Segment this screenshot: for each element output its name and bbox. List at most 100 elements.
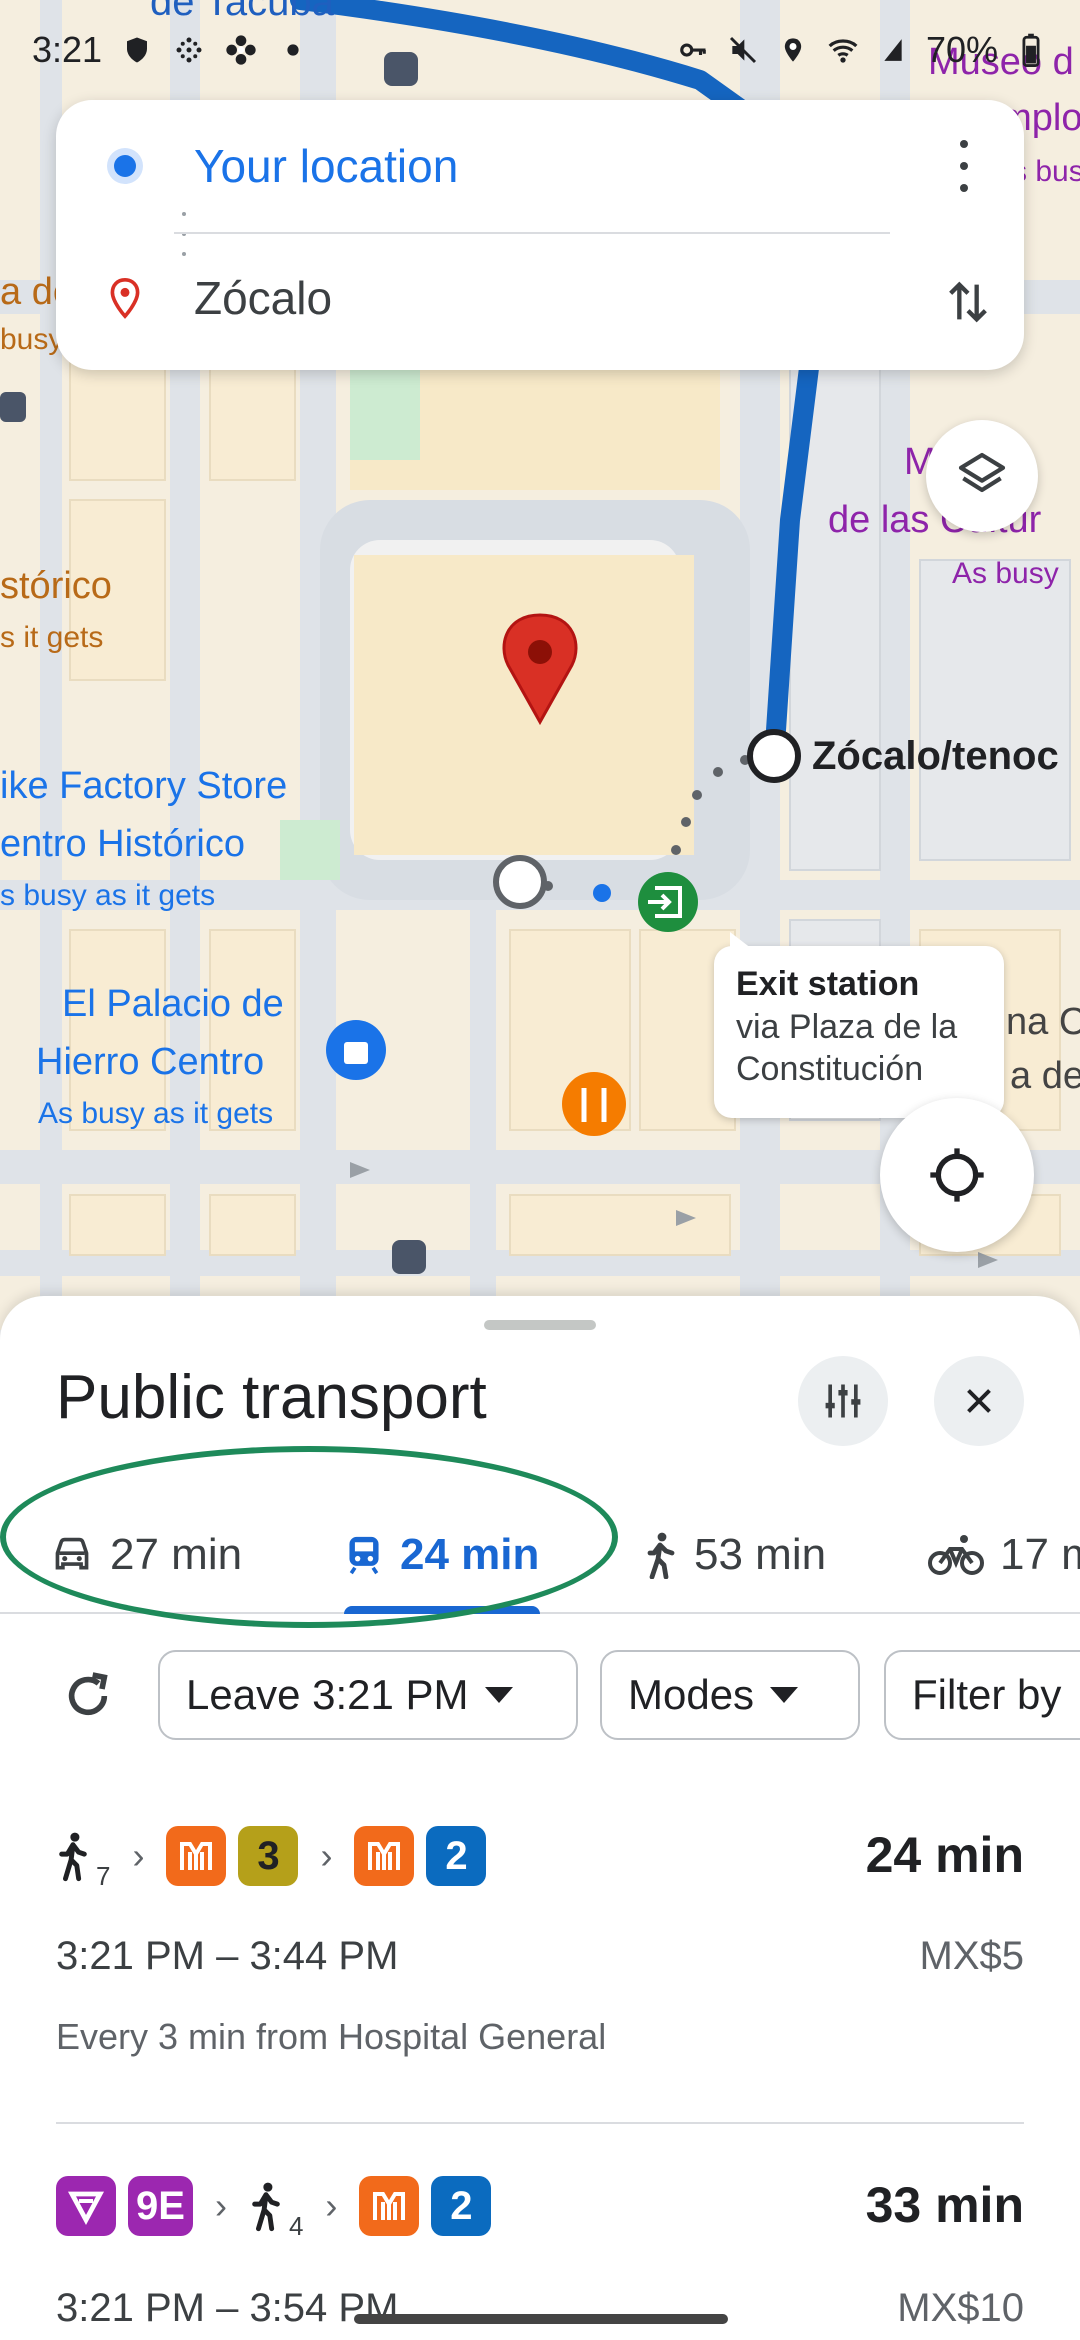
field-divider	[174, 232, 890, 234]
bike-icon	[928, 1535, 984, 1575]
my-location-button[interactable]	[880, 1098, 1034, 1252]
route-options-button[interactable]	[798, 1356, 888, 1446]
route-divider	[56, 2122, 1024, 2124]
mute-icon	[726, 33, 760, 67]
layers-icon	[958, 452, 1006, 493]
layers-button[interactable]	[926, 420, 1038, 532]
poi-busy-palacio: As busy as it gets	[38, 1097, 274, 1130]
crosshair-icon	[930, 1148, 984, 1202]
location-icon	[776, 33, 810, 67]
modes-chip[interactable]: Modes	[600, 1650, 860, 1740]
route-connector	[182, 212, 186, 256]
leave-time-chip[interactable]: Leave 3:21 PM	[158, 1650, 578, 1740]
more-vert-icon	[960, 140, 968, 148]
route-price: MX$10	[897, 2286, 1024, 2330]
refresh-icon	[68, 1672, 108, 1716]
metro-logo-icon	[359, 2176, 420, 2236]
chevron-right-icon: ›	[132, 1835, 145, 1876]
exit-station-callout[interactable]: Exit station via Plaza de la Constitució…	[714, 932, 1004, 1118]
modes-label: Modes	[628, 1671, 755, 1718]
route-frequency: Every 3 min from Hospital General	[56, 2016, 607, 2057]
station-label[interactable]: Zócalo/tenoc	[812, 734, 1059, 778]
origin-field[interactable]: Your location	[194, 139, 458, 193]
tune-icon	[825, 1384, 861, 1418]
destination-field[interactable]: Zócalo	[194, 271, 332, 325]
status-bar: 3:21 70%	[0, 0, 1080, 100]
directions-search-card: Your location Zócalo	[56, 100, 1024, 370]
walk-icon	[647, 1532, 675, 1579]
flower-icon	[224, 33, 258, 67]
chevron-right-icon: ›	[214, 2185, 227, 2226]
tab-drive[interactable]: 27 min	[50, 1496, 242, 1614]
caret-down-icon	[770, 1687, 799, 1703]
swap-button[interactable]	[936, 270, 1000, 334]
caret-down-icon	[484, 1687, 513, 1703]
line-2-badge: 2	[426, 1826, 487, 1886]
poi-label-palacio: El Palacio de	[62, 983, 284, 1025]
bus-line-badge: 9E	[128, 2176, 193, 2236]
destination-pin-icon	[110, 277, 140, 319]
tab-transit[interactable]: 24 min	[344, 1496, 539, 1614]
filter-row: Leave 3:21 PM Modes Filter by	[0, 1650, 1080, 1740]
callout-subtitle-2: Constitución	[736, 1050, 924, 1088]
line-2-badge: 2	[431, 2176, 492, 2236]
transit-time: 24 min	[400, 1530, 540, 1579]
walk-minutes: 4	[288, 2211, 304, 2241]
poi-label-palacio-2: Hierro Centro	[36, 1041, 265, 1083]
poi-label-centro-historico: stórico	[0, 565, 112, 607]
route-price: MX$5	[919, 1934, 1025, 1978]
battery-percent: 70%	[925, 29, 998, 70]
walk-time: 53 min	[694, 1530, 827, 1579]
metrobus-logo-icon	[56, 2176, 116, 2236]
walk-icon	[59, 1832, 87, 1882]
directions-bottom-sheet: Public transport 27 min 24 min 53 min 17…	[0, 1296, 1080, 2340]
swap-vert-icon	[949, 281, 987, 323]
chevron-right-icon: ›	[325, 2185, 338, 2226]
sheet-title: Public transport	[56, 1363, 487, 1432]
shield-icon	[120, 33, 154, 67]
poi-busy-centro: s it gets	[0, 621, 104, 654]
current-location-dot-icon	[107, 148, 143, 184]
close-icon	[967, 1389, 991, 1413]
walk-icon	[252, 2182, 280, 2232]
active-tab-indicator	[344, 1606, 540, 1614]
chevron-right-icon: ›	[320, 1835, 333, 1876]
poi-label-right: na C	[1006, 1001, 1080, 1043]
walk-minutes: 7	[96, 1861, 111, 1891]
filter-by-chip[interactable]: Filter by	[884, 1650, 1080, 1740]
train-icon	[349, 1536, 379, 1575]
poi-busy-museo-culturas: As busy	[952, 557, 1059, 590]
grid-dots-icon	[172, 33, 206, 67]
route-steps: 9E › 4 › 2	[56, 2166, 492, 2246]
signal-icon	[876, 33, 910, 67]
close-button[interactable]	[934, 1356, 1024, 1446]
line-3-badge: 3	[238, 1826, 299, 1886]
route-times: 3:21 PM – 3:44 PM	[56, 1934, 399, 1978]
car-icon	[55, 1537, 89, 1570]
refresh-button[interactable]	[56, 1664, 120, 1728]
filter-by-label: Filter by	[912, 1671, 1062, 1718]
route-option-1[interactable]: 7 › 3 › 2 24 min 3:21 PM – 3:44 PM MX$5 …	[0, 1816, 1080, 2146]
poi-label-nike: ike Factory Store	[0, 765, 288, 807]
route-duration: 24 min	[865, 1827, 1024, 1883]
more-options-button[interactable]	[944, 140, 984, 192]
route-times: 3:21 PM – 3:54 PM	[56, 2286, 399, 2330]
bike-time: 17 m	[1000, 1530, 1080, 1579]
callout-subtitle-1: via Plaza de la	[736, 1008, 958, 1046]
destination-row[interactable]: Zócalo	[56, 260, 1024, 336]
notification-dot-icon	[276, 33, 310, 67]
status-time: 3:21	[32, 29, 103, 70]
poi-busy-left: busy	[0, 323, 64, 356]
tab-bike[interactable]: 17 m	[928, 1496, 1080, 1614]
wifi-icon	[826, 33, 860, 67]
route-duration: 33 min	[865, 2177, 1024, 2233]
poi-label-right-2: a de	[1010, 1055, 1080, 1097]
route-steps: 7 › 3 › 2	[56, 1816, 487, 1896]
battery-icon	[1014, 33, 1048, 67]
poi-label-nike-2: entro Histórico	[0, 823, 245, 865]
sheet-drag-handle[interactable]	[484, 1320, 596, 1330]
gesture-nav-bar[interactable]	[354, 2314, 728, 2324]
drive-time: 27 min	[110, 1530, 243, 1579]
tab-walk[interactable]: 53 min	[642, 1496, 826, 1614]
origin-row[interactable]: Your location	[56, 128, 1024, 204]
